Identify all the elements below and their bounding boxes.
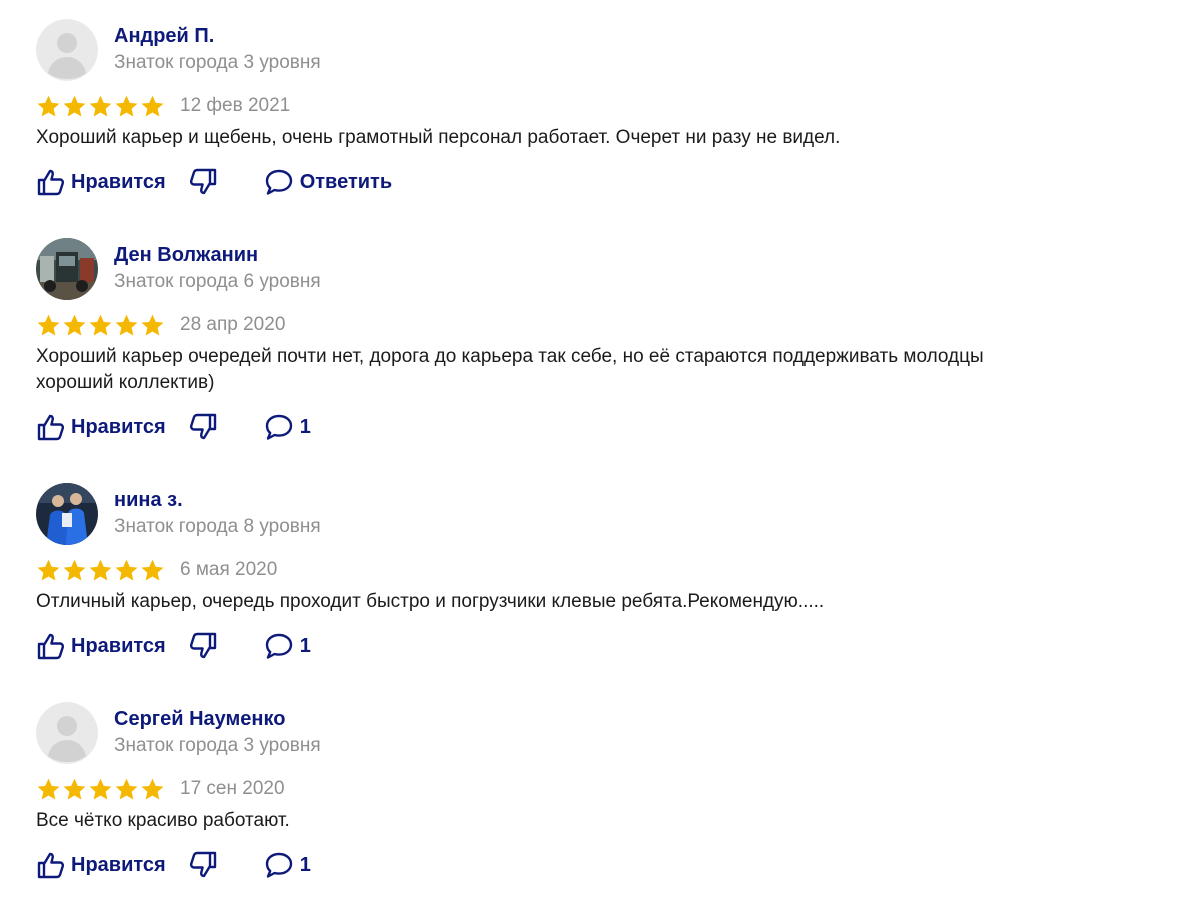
photo-avatar-people — [36, 483, 98, 545]
star-icon — [62, 558, 87, 583]
rating-stars — [36, 777, 165, 802]
rating-stars — [36, 558, 165, 583]
avatar[interactable] — [36, 483, 98, 545]
review-card: Сергей Науменко Знаток города 3 уровня 1… — [36, 702, 1156, 882]
reply-button[interactable]: Ответить — [264, 167, 392, 197]
like-button[interactable]: Нравится — [36, 412, 166, 442]
star-icon — [62, 777, 87, 802]
star-icon — [88, 558, 113, 583]
review-date: 17 сен 2020 — [180, 778, 285, 799]
star-icon — [62, 313, 87, 338]
author-level: Знаток города 3 уровня — [114, 52, 321, 73]
review-card: Ден Волжанин Знаток города 6 уровня 28 а… — [36, 238, 1156, 444]
like-button[interactable]: Нравится — [36, 631, 166, 661]
star-icon — [88, 94, 113, 119]
star-icon — [114, 94, 139, 119]
like-label: Нравится — [71, 853, 166, 876]
comment-bubble-icon — [264, 850, 294, 880]
thumbs-up-icon — [36, 850, 66, 880]
comments-count: 1 — [299, 853, 311, 876]
review-card: Андрей П. Знаток города 3 уровня 12 фев … — [36, 19, 1156, 199]
review-author: нина з. Знаток города 8 уровня — [36, 483, 1156, 547]
review-meta: 17 сен 2020 — [36, 774, 1156, 804]
review-author: Сергей Науменко Знаток города 3 уровня — [36, 702, 1156, 766]
rating-stars — [36, 313, 165, 338]
review-author: Ден Волжанин Знаток города 6 уровня — [36, 238, 1156, 302]
review-actions: Нравится 1 — [36, 629, 1156, 663]
star-icon — [88, 777, 113, 802]
author-name[interactable]: Сергей Науменко — [114, 708, 285, 731]
author-level: Знаток города 3 уровня — [114, 735, 321, 756]
review-card: нина з. Знаток города 8 уровня 6 мая 202… — [36, 483, 1156, 663]
thumbs-down-icon — [188, 412, 218, 442]
review-meta: 12 фев 2021 — [36, 91, 1156, 121]
default-avatar-icon — [36, 19, 98, 81]
dislike-button[interactable] — [188, 167, 218, 197]
star-icon — [140, 94, 165, 119]
review-meta: 6 мая 2020 — [36, 555, 1156, 585]
star-icon — [114, 777, 139, 802]
review-author: Андрей П. Знаток города 3 уровня — [36, 19, 1156, 83]
thumbs-up-icon — [36, 412, 66, 442]
like-label: Нравится — [71, 170, 166, 193]
review-actions: Нравится 1 — [36, 410, 1156, 444]
rating-stars — [36, 94, 165, 119]
review-date: 6 мая 2020 — [180, 559, 278, 580]
author-name[interactable]: нина з. — [114, 489, 183, 512]
like-label: Нравится — [71, 415, 166, 438]
star-icon — [88, 313, 113, 338]
comments-button[interactable]: 1 — [264, 412, 311, 442]
avatar[interactable] — [36, 19, 98, 81]
avatar[interactable] — [36, 238, 98, 300]
review-actions: Нравится Ответить — [36, 165, 1156, 199]
like-button[interactable]: Нравится — [36, 850, 166, 880]
default-avatar-icon — [36, 702, 98, 764]
star-icon — [114, 558, 139, 583]
star-icon — [114, 313, 139, 338]
dislike-button[interactable] — [188, 850, 218, 880]
comment-bubble-icon — [264, 167, 294, 197]
star-icon — [140, 558, 165, 583]
thumbs-up-icon — [36, 167, 66, 197]
author-level: Знаток города 8 уровня — [114, 516, 321, 537]
star-icon — [36, 313, 61, 338]
like-label: Нравится — [71, 634, 166, 657]
comments-button[interactable]: 1 — [264, 631, 311, 661]
review-text: Отличный карьер, очередь проходит быстро… — [36, 591, 825, 612]
star-icon — [36, 558, 61, 583]
review-actions: Нравится 1 — [36, 848, 1156, 882]
thumbs-up-icon — [36, 631, 66, 661]
comments-count: 1 — [299, 415, 311, 438]
comment-bubble-icon — [264, 412, 294, 442]
star-icon — [36, 777, 61, 802]
comments-button[interactable]: 1 — [264, 850, 311, 880]
review-date: 12 фев 2021 — [180, 95, 291, 116]
thumbs-down-icon — [188, 631, 218, 661]
dislike-button[interactable] — [188, 631, 218, 661]
thumbs-down-icon — [188, 850, 218, 880]
star-icon — [140, 777, 165, 802]
star-icon — [36, 94, 61, 119]
dislike-button[interactable] — [188, 412, 218, 442]
star-icon — [62, 94, 87, 119]
photo-avatar-truck — [36, 238, 98, 300]
author-level: Знаток города 6 уровня — [114, 271, 321, 292]
author-name[interactable]: Ден Волжанин — [114, 244, 258, 267]
avatar[interactable] — [36, 702, 98, 764]
reply-label: Ответить — [299, 170, 393, 193]
review-meta: 28 апр 2020 — [36, 310, 1156, 340]
like-button[interactable]: Нравится — [36, 167, 166, 197]
review-text: Все чётко красиво работают. — [36, 810, 290, 831]
review-text: Хороший карьер очередей почти нет, дорог… — [36, 346, 984, 393]
comments-count: 1 — [299, 634, 311, 657]
thumbs-down-icon — [188, 167, 218, 197]
author-name[interactable]: Андрей П. — [114, 25, 214, 48]
comment-bubble-icon — [264, 631, 294, 661]
review-date: 28 апр 2020 — [180, 314, 286, 335]
star-icon — [140, 313, 165, 338]
review-text: Хороший карьер и щебень, очень грамотный… — [36, 127, 841, 148]
